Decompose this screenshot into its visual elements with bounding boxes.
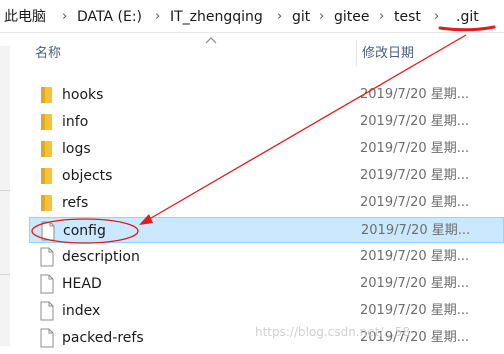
breadcrumb-separator: ›	[277, 9, 283, 24]
file-icon	[38, 274, 56, 294]
file-name: info	[62, 114, 89, 130]
file-row[interactable]: logs 2019/7/20 星期...	[29, 136, 504, 162]
breadcrumb-dot-git[interactable]: .git	[456, 8, 479, 26]
file-row[interactable]: info 2019/7/20 星期...	[29, 109, 504, 135]
file-icon	[38, 247, 56, 267]
file-date-modified: 2019/7/20 星期...	[360, 114, 470, 129]
file-name: description	[62, 249, 140, 265]
breadcrumb-test[interactable]: test	[394, 8, 421, 26]
breadcrumb-this-pc[interactable]: 此电脑	[4, 8, 46, 26]
folder-icon	[38, 139, 56, 159]
file-icon	[39, 221, 57, 241]
breadcrumb-separator: ›	[62, 9, 68, 24]
nav-divider	[0, 274, 10, 275]
file-date-modified: 2019/7/20 星期...	[360, 276, 470, 291]
column-divider[interactable]	[356, 40, 357, 66]
file-date-modified: 2019/7/20 星期...	[360, 168, 470, 183]
breadcrumb-git[interactable]: git	[292, 8, 310, 26]
breadcrumb-separator: ›	[319, 9, 325, 24]
file-name: logs	[62, 141, 91, 157]
folder-icon	[38, 112, 56, 132]
file-date-modified: 2019/7/20 星期...	[360, 249, 470, 264]
breadcrumb-separator: ›	[155, 9, 161, 24]
file-name: objects	[62, 168, 113, 184]
address-bar[interactable]: 此电脑 › DATA (E:) › IT_zhengqing › git › g…	[0, 0, 504, 33]
column-header-name[interactable]: 名称	[35, 42, 61, 61]
watermark: https://blog.csdn.net/...58	[255, 325, 411, 339]
file-row[interactable]: refs 2019/7/20 星期...	[29, 190, 504, 216]
file-date-modified: 2019/7/20 星期...	[360, 87, 470, 102]
file-icon	[38, 328, 56, 348]
file-row[interactable]: HEAD 2019/7/20 星期...	[29, 271, 504, 297]
folder-icon	[38, 166, 56, 186]
breadcrumb-separator: ›	[434, 9, 440, 24]
navigation-pane[interactable]	[0, 46, 10, 346]
file-name: hooks	[62, 87, 104, 103]
file-name: packed-refs	[62, 330, 144, 346]
file-row[interactable]: config 2019/7/20 星期...	[29, 217, 504, 243]
folder-icon	[38, 85, 56, 105]
breadcrumb-it-zhengqing[interactable]: IT_zhengqing	[170, 8, 263, 26]
file-name: config	[63, 223, 106, 239]
breadcrumb-gitee[interactable]: gitee	[334, 8, 370, 26]
file-name: refs	[62, 195, 89, 211]
file-name: index	[62, 303, 101, 319]
file-row[interactable]: index 2019/7/20 星期...	[29, 298, 504, 324]
file-date-modified: 2019/7/20 星期...	[360, 141, 470, 156]
column-header-date-modified[interactable]: 修改日期	[362, 42, 414, 61]
chevron-up-icon	[205, 37, 217, 44]
nav-divider	[0, 190, 10, 191]
breadcrumb-data-drive[interactable]: DATA (E:)	[77, 8, 142, 26]
file-row[interactable]: hooks 2019/7/20 星期...	[29, 82, 504, 108]
file-date-modified: 2019/7/20 星期...	[360, 303, 470, 318]
file-name: HEAD	[62, 276, 102, 292]
file-date-modified: 2019/7/20 星期...	[361, 223, 471, 238]
file-row[interactable]: objects 2019/7/20 星期...	[29, 163, 504, 189]
folder-icon	[38, 193, 56, 213]
breadcrumb-separator: ›	[379, 9, 385, 24]
file-row[interactable]: description 2019/7/20 星期...	[29, 244, 504, 270]
file-icon	[38, 301, 56, 321]
file-date-modified: 2019/7/20 星期...	[360, 195, 470, 210]
